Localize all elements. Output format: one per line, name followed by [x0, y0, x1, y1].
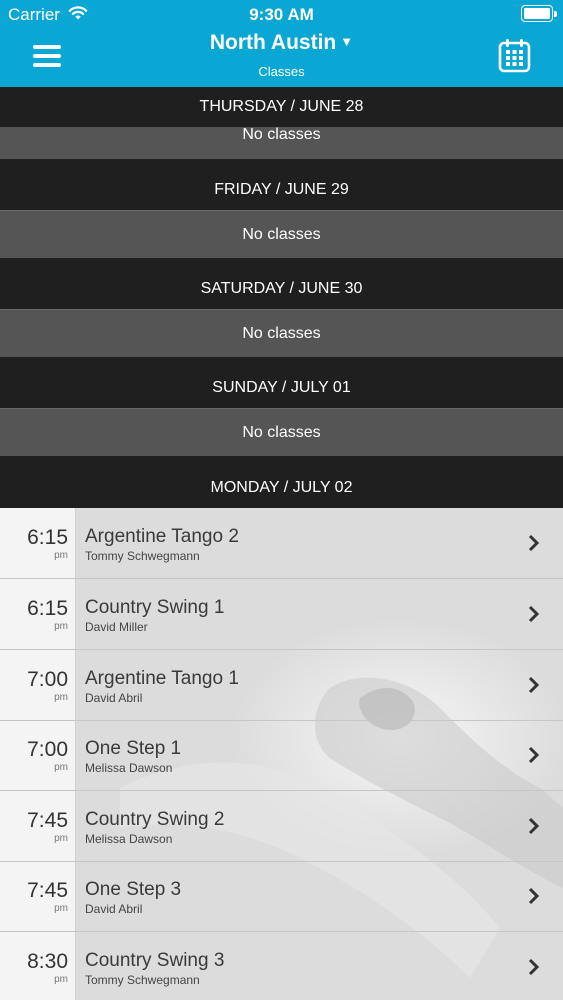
class-ampm: pm [54, 550, 68, 561]
class-time: 6:15 [27, 597, 68, 620]
class-time: 7:00 [27, 668, 68, 691]
day-header: FRIDAY / JUNE 29 [0, 170, 563, 210]
chevron-right-icon [528, 887, 540, 905]
calendar-icon[interactable] [498, 38, 531, 73]
class-title: Country Swing 2 [85, 809, 225, 830]
caret-down-icon: ▼ [340, 34, 354, 49]
day-header: MONDAY / JULY 02 [0, 468, 563, 508]
class-instructor: David Abril [85, 691, 143, 705]
chevron-right-icon [528, 746, 540, 764]
class-row[interactable]: 6:15 pm Argentine Tango 2 Tommy Schwegma… [0, 508, 563, 579]
class-row[interactable]: 7:00 pm One Step 1 Melissa Dawson [0, 720, 563, 791]
class-ampm: pm [54, 692, 68, 703]
chevron-right-icon [528, 605, 540, 623]
class-instructor: Tommy Schwegmann [85, 549, 200, 563]
class-time: 6:15 [27, 526, 68, 549]
class-row[interactable]: 7:45 pm Country Swing 2 Melissa Dawson [0, 791, 563, 862]
chevron-right-icon [528, 958, 540, 976]
class-instructor: Melissa Dawson [85, 832, 173, 846]
class-ampm: pm [54, 762, 68, 773]
class-instructor: David Abril [85, 902, 143, 916]
class-row[interactable]: 8:30 pm Country Swing 3 Tommy Schwegmann [0, 932, 563, 1000]
no-classes-row: No classes [0, 127, 563, 159]
app-header: Carrier 9:30 AM North Austin ▼ Classes [0, 0, 563, 87]
class-title: Country Swing 1 [85, 597, 225, 618]
day-header: THURSDAY / JUNE 28 [0, 87, 563, 127]
class-row[interactable]: 7:00 pm Argentine Tango 1 David Abril [0, 650, 563, 721]
chevron-right-icon [528, 534, 540, 552]
class-title: One Step 1 [85, 738, 182, 759]
page-subtitle: Classes [258, 64, 305, 79]
class-title: Argentine Tango 2 [85, 526, 239, 547]
no-classes-row: No classes [0, 309, 563, 357]
class-time: 7:45 [27, 809, 68, 832]
class-ampm: pm [54, 833, 68, 844]
class-title: Country Swing 3 [85, 950, 225, 971]
chevron-right-icon [528, 817, 540, 835]
day-header: SATURDAY / JUNE 30 [0, 269, 563, 309]
clock: 9:30 AM [249, 5, 314, 24]
class-row[interactable]: 7:45 pm One Step 3 David Abril [0, 861, 563, 932]
class-ampm: pm [54, 621, 68, 632]
class-instructor: Tommy Schwegmann [85, 973, 200, 987]
class-ampm: pm [54, 903, 68, 914]
location-selector[interactable]: North Austin ▼ [0, 31, 563, 55]
chevron-right-icon [528, 676, 540, 694]
class-time: 7:00 [27, 738, 68, 761]
no-classes-row: No classes [0, 408, 563, 456]
class-time: 8:30 [27, 950, 68, 973]
class-title: One Step 3 [85, 879, 182, 900]
battery-icon [521, 5, 553, 22]
status-bar: Carrier 9:30 AM [0, 0, 563, 28]
day-header: SUNDAY / JULY 01 [0, 368, 563, 408]
class-instructor: David Miller [85, 620, 148, 634]
battery-tip [554, 11, 557, 17]
class-time: 7:45 [27, 879, 68, 902]
class-ampm: pm [54, 974, 68, 985]
class-row[interactable]: 6:15 pm Country Swing 1 David Miller [0, 579, 563, 650]
class-list: 6:15 pm Argentine Tango 2 Tommy Schwegma… [0, 508, 563, 1000]
class-instructor: Melissa Dawson [85, 761, 173, 775]
location-name: North Austin [209, 31, 337, 54]
class-title: Argentine Tango 1 [85, 668, 239, 689]
no-classes-row: No classes [0, 210, 563, 258]
